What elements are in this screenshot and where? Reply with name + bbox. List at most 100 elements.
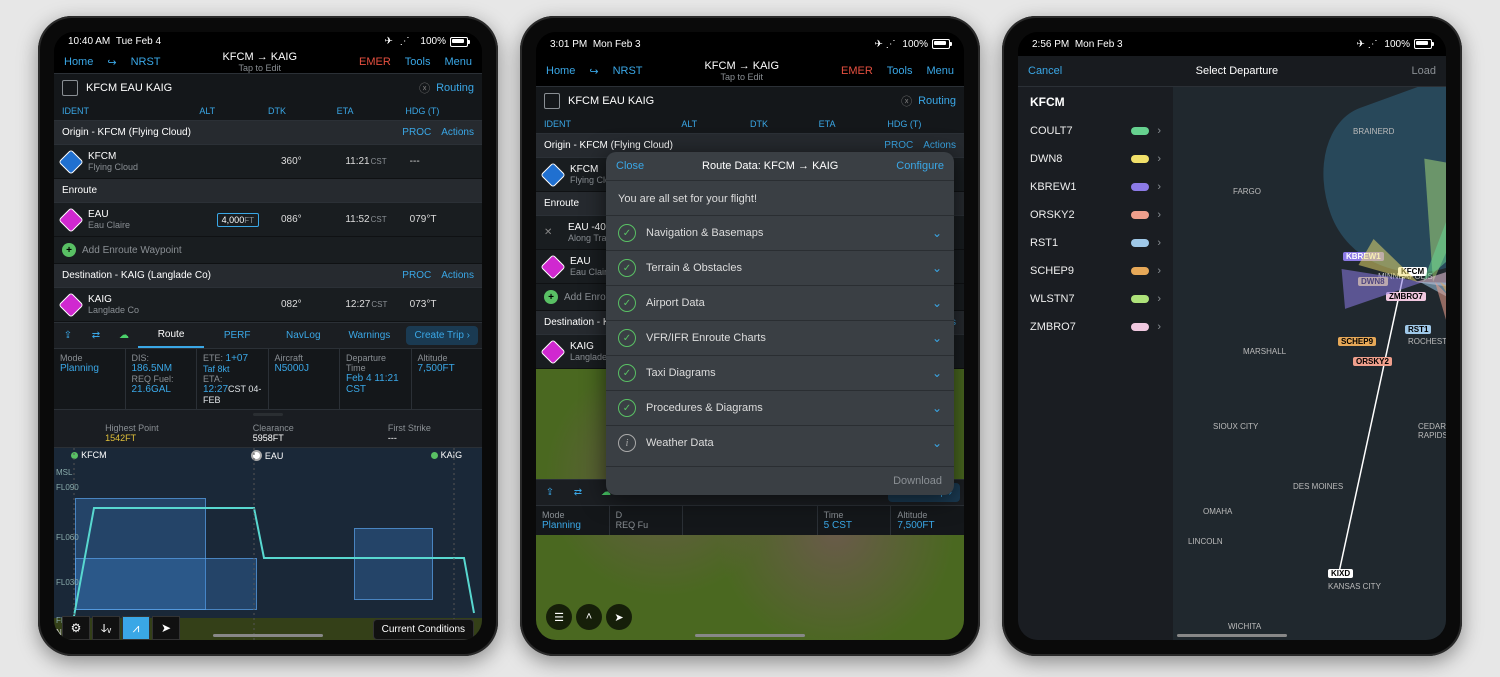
data-category-row[interactable]: ✓Terrain & Obstacles⌄ (606, 250, 954, 285)
data-category-row[interactable]: iWeather Data⌄ (606, 425, 954, 460)
close-button[interactable]: Close (616, 160, 644, 172)
notebook-icon[interactable] (62, 80, 78, 96)
configure-button[interactable]: Configure (896, 160, 944, 172)
nrst-button[interactable]: NRST (609, 62, 647, 80)
nrst-button[interactable]: NRST (127, 53, 165, 71)
home-button[interactable]: Home (60, 53, 97, 71)
notebook-icon[interactable] (544, 93, 560, 109)
tools-button[interactable]: Tools (883, 62, 917, 80)
share-icon[interactable]: ⇪ (54, 324, 82, 347)
departure-item[interactable]: ORSKY2› (1018, 201, 1173, 229)
cancel-button[interactable]: Cancel (1028, 65, 1062, 77)
departure-item[interactable]: RST1› (1018, 229, 1173, 257)
actions-button[interactable]: Actions (441, 270, 474, 281)
modal-title: Route Data: KFCM → KAIG (644, 160, 896, 172)
map-city-label: MARSHALL (1243, 347, 1286, 356)
departure-map[interactable]: BRAINERDDULUTHFARGOMINNEAPOLISMARSHALLSI… (1173, 87, 1446, 640)
reverse-icon[interactable]: ⇄ (82, 324, 110, 347)
departure-item[interactable]: SCHEP9› (1018, 257, 1173, 285)
tools-button[interactable]: Tools (401, 53, 435, 71)
create-trip-button[interactable]: Create Trip › (406, 326, 478, 345)
waypoint-row[interactable]: EAUEau Claire 4,000FT 086° 11:52CST 079°… (54, 203, 482, 237)
chevron-right-icon: › (1157, 153, 1161, 165)
procedure-tag[interactable]: ORSKY2 (1353, 357, 1392, 366)
altitude-field[interactable]: 4,000FT (217, 213, 259, 227)
menu-button[interactable]: Menu (440, 53, 476, 71)
data-category-row[interactable]: ✓VFR/IFR Enroute Charts⌄ (606, 320, 954, 355)
route-title[interactable]: KFCM → KAIGTap to Edit (171, 51, 349, 73)
tab-warnings[interactable]: Warnings (336, 324, 402, 347)
tab-route[interactable]: Route (138, 323, 204, 348)
clear-icon[interactable]: ⓧ (419, 80, 430, 96)
home-button[interactable]: Home (542, 62, 579, 80)
routing-button[interactable]: Routing (918, 95, 956, 107)
tool-settings[interactable]: ⚙ (62, 616, 90, 640)
ipad-2: 3:01 PM Mon Feb 3 ✈ ⋰ 100% Home ↪ NRST K… (520, 16, 980, 656)
layers-button[interactable]: ☰ (546, 604, 572, 630)
check-icon: ✓ (618, 294, 636, 312)
emer-button[interactable]: EMER (837, 62, 877, 80)
modal-message: You are all set for your flight! (606, 187, 954, 215)
chevron-right-icon: › (1157, 181, 1161, 193)
status-bar: 3:01 PM Mon Feb 3 ✈ ⋰ 100% (536, 32, 964, 56)
tool-profile[interactable]: ⩘ (122, 616, 150, 640)
check-icon: ✓ (618, 364, 636, 382)
profile-view: Highest Point1542FT Clearance5958FT Firs… (54, 409, 482, 640)
departure-time-box[interactable]: Departure TimeFeb 4 11:21 CST (340, 349, 412, 409)
nav-button[interactable]: ➤ (606, 604, 632, 630)
waypoint-row[interactable]: KFCMFlying Cloud 360° 11:21CST --- (54, 145, 482, 179)
map-city-label: OMAHA (1203, 507, 1232, 516)
data-category-row[interactable]: ✓Airport Data⌄ (606, 285, 954, 320)
chevron-right-icon: › (1157, 293, 1161, 305)
tab-navlog[interactable]: NavLog (270, 324, 336, 347)
waypoint-row[interactable]: KAIGLanglade Co 082° 12:27CST 073°T (54, 288, 482, 322)
data-category-row[interactable]: ✓Procedures & Diagrams⌄ (606, 390, 954, 425)
departure-item[interactable]: WLSTN7› (1018, 285, 1173, 313)
info-strip: ModePlanning DIS: 186.5NMREQ Fuel: 21.6G… (54, 349, 482, 409)
load-button[interactable]: Load (1412, 65, 1436, 77)
routing-button[interactable]: Routing (436, 82, 474, 94)
chevron-down-icon: ⌄ (932, 401, 942, 415)
data-category-row[interactable]: ✓Navigation & Basemaps⌄ (606, 215, 954, 250)
aircraft-box[interactable]: AircraftN5000J (269, 349, 341, 409)
up-button[interactable]: ˄ (576, 604, 602, 630)
mode-box[interactable]: ModePlanning (54, 349, 126, 409)
altitude-box[interactable]: Altitude7,500FT (412, 349, 483, 409)
direct-to-button[interactable]: ↪ (103, 53, 120, 72)
tab-perf[interactable]: PERF (204, 324, 270, 347)
departure-item[interactable]: KBREW1› (1018, 173, 1173, 201)
status-bar: 10:40 AM Tue Feb 4 ✈ ⋰ 100% (54, 32, 482, 51)
check-icon: ✓ (618, 399, 636, 417)
tool-vnav[interactable]: ↆᵥ (92, 616, 120, 640)
procedure-tag[interactable]: KIXD (1328, 569, 1353, 578)
map-city-label: BRAINERD (1353, 127, 1394, 136)
download-button[interactable]: Download (893, 475, 942, 487)
procedure-tag[interactable]: SCHEP9 (1338, 337, 1376, 346)
route-input[interactable] (84, 81, 413, 95)
clear-icon[interactable]: ⓧ (901, 93, 912, 109)
menu-button[interactable]: Menu (922, 62, 958, 80)
airport-icon (58, 149, 83, 174)
tool-nav[interactable]: ➤ (152, 616, 180, 640)
emer-button[interactable]: EMER (355, 53, 395, 71)
data-icon[interactable]: ☁︎ (110, 324, 138, 347)
add-waypoint-button[interactable]: + Add Enroute Waypoint (54, 237, 482, 264)
msl-label: MSL (56, 468, 72, 477)
route-input[interactable] (566, 94, 895, 108)
map-city-label: SIOUX CITY (1213, 422, 1258, 431)
departure-item[interactable]: ZMBRO7› (1018, 313, 1173, 341)
profile-canvas[interactable]: KFCM EAU KAIG MSL FL090 FL060 FL030 FL00… (54, 447, 482, 640)
current-conditions-button[interactable]: Current Conditions (373, 619, 474, 640)
map-city-label: WICHITA (1228, 622, 1261, 631)
data-category-row[interactable]: ✓Taxi Diagrams⌄ (606, 355, 954, 390)
map-city-label: CEDAR RAPIDS (1418, 422, 1446, 440)
plus-icon: + (62, 243, 76, 257)
departure-item[interactable]: COULT7› (1018, 117, 1173, 145)
proc-button[interactable]: PROC (402, 270, 431, 281)
check-icon: ✓ (618, 224, 636, 242)
departure-item[interactable]: DWN8› (1018, 145, 1173, 173)
proc-button[interactable]: PROC (402, 127, 431, 138)
actions-button[interactable]: Actions (441, 127, 474, 138)
direct-to-button[interactable]: ↪ (585, 62, 602, 81)
chevron-down-icon: ⌄ (932, 366, 942, 380)
